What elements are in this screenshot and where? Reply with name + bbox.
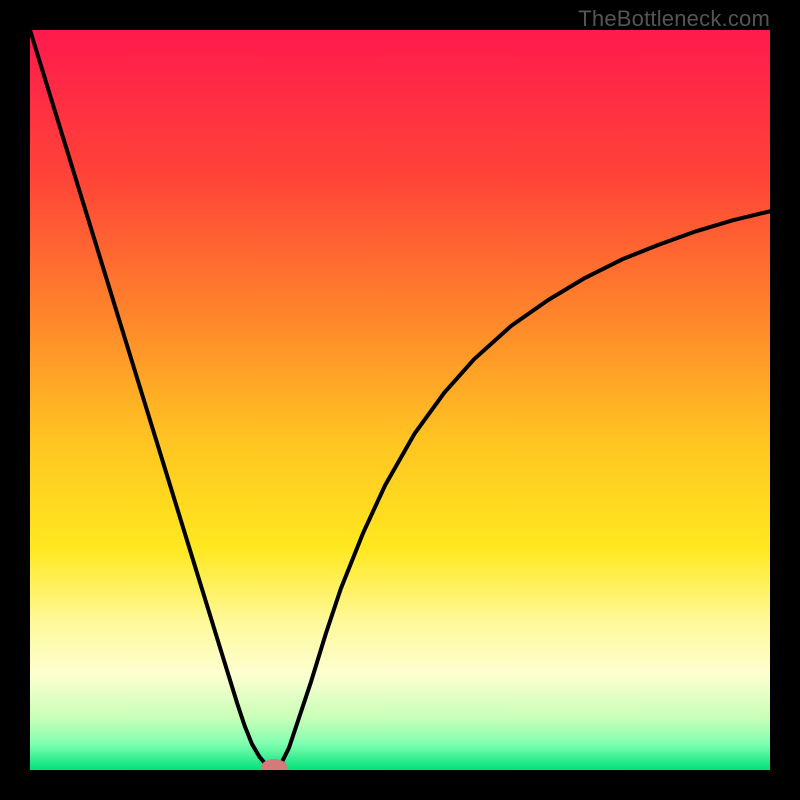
chart-frame xyxy=(30,30,770,770)
bottleneck-chart xyxy=(30,30,770,770)
chart-background xyxy=(30,30,770,770)
watermark-text: TheBottleneck.com xyxy=(578,6,770,32)
